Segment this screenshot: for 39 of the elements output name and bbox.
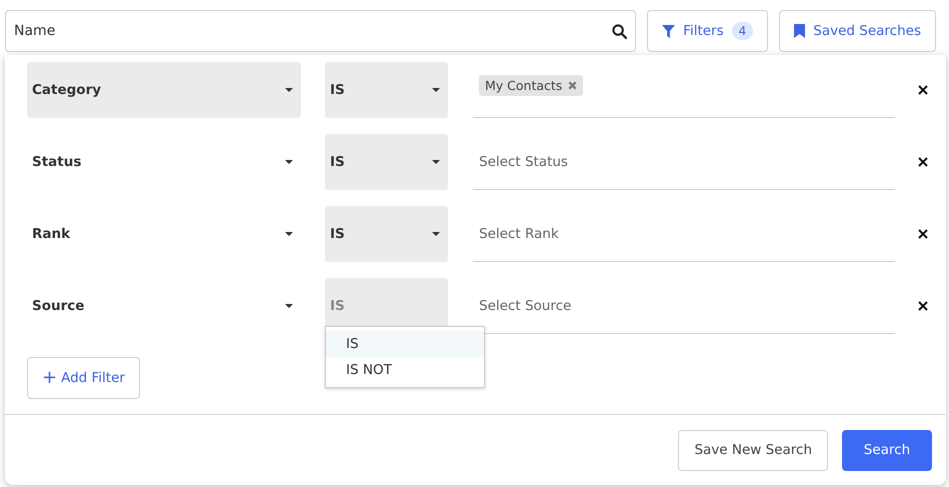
close-icon[interactable] [918, 157, 928, 167]
close-icon[interactable] [918, 301, 928, 311]
add-filter-button[interactable]: + Add Filter [27, 357, 140, 399]
caret-icon [285, 232, 293, 236]
search-input[interactable]: Name [12, 22, 612, 40]
bookmark-icon [794, 24, 806, 38]
menu-item[interactable]: IS NOT [326, 357, 484, 383]
operator-select[interactable]: IS [325, 206, 448, 262]
field-select[interactable]: Category [27, 62, 301, 118]
value-field[interactable]: My Contacts [473, 62, 895, 118]
search-icon[interactable] [612, 24, 628, 38]
close-icon[interactable] [918, 229, 928, 239]
value-chip: My Contacts [479, 75, 584, 96]
save-search-button[interactable]: Save New Search [678, 430, 828, 470]
operator-select[interactable]: IS [325, 134, 448, 190]
filter-count: 4 [732, 22, 754, 40]
caret-icon [285, 88, 293, 92]
search-button[interactable]: Search [842, 430, 932, 470]
field-select[interactable]: Source [27, 278, 301, 334]
value-placeholder: Select Rank [479, 226, 559, 242]
caret-icon [432, 88, 440, 92]
close-icon[interactable] [918, 85, 928, 95]
filter-icon [662, 24, 676, 38]
field-select[interactable]: Status [27, 134, 301, 190]
field-select[interactable]: Rank [27, 206, 301, 262]
filters-button[interactable]: Filters 4 [647, 10, 768, 52]
value-field[interactable]: Select Rank [473, 206, 895, 262]
search-field[interactable]: Name [5, 10, 636, 52]
caret-icon [432, 232, 440, 236]
value-placeholder: Select Source [479, 298, 572, 314]
operator-select[interactable]: IS [325, 62, 448, 118]
remove-chip-icon[interactable] [568, 81, 578, 90]
caret-icon [285, 304, 293, 308]
caret-icon [432, 160, 440, 164]
menu-item[interactable]: IS [326, 331, 484, 357]
caret-icon [285, 160, 293, 164]
value-field[interactable]: Select Status [473, 134, 895, 190]
value-placeholder: Select Status [479, 154, 568, 170]
saved-searches-button[interactable]: Saved Searches [779, 10, 936, 52]
